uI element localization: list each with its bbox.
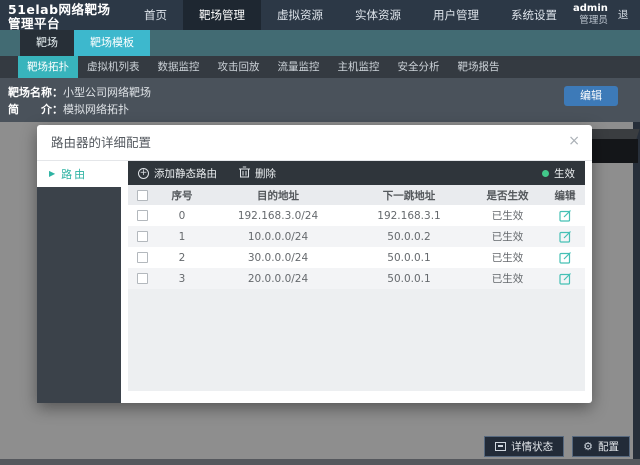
add-static-route-label: 添加静态路由 — [154, 167, 217, 180]
edit-range-button[interactable]: 编辑 — [564, 86, 618, 106]
play-arrow-icon: ▶ — [49, 169, 56, 178]
range-desc-line: 简 介：模拟网络拓扑 — [8, 101, 640, 118]
range-desc-value: 模拟网络拓扑 — [63, 103, 129, 116]
bottom-strip — [0, 459, 640, 465]
subtab-attack-replay[interactable]: 攻击回放 — [209, 56, 269, 78]
trash-icon — [239, 166, 250, 181]
table-empty-area — [128, 289, 585, 391]
subtab-security-analysis[interactable]: 安全分析 — [389, 56, 449, 78]
edit-row-icon[interactable] — [558, 209, 572, 222]
logout-button[interactable]: 退出 — [612, 0, 640, 51]
nav-item-system-settings[interactable]: 系统设置 — [495, 0, 573, 30]
subtab-row: 靶场拓扑 虚拟机列表 数据监控 攻击回放 流量监控 主机监控 安全分析 靶场报告 — [0, 56, 640, 78]
delete-route-label: 删除 — [255, 167, 276, 180]
row-checkbox[interactable] — [136, 231, 148, 242]
sidebar-route-label: 路由 — [61, 168, 88, 181]
subtab-host-monitor[interactable]: 主机监控 — [329, 56, 389, 78]
subtab-topology[interactable]: 靶场拓扑 — [18, 56, 78, 78]
table-row: 0 192.168.3.0/24 192.168.3.1 已生效 — [128, 205, 585, 226]
modal-sidebar: ▶ 路由 — [37, 161, 121, 403]
range-tab-row: 靶场 靶场模板 — [0, 30, 640, 56]
row-dest: 192.168.3.0/24 — [237, 209, 319, 222]
user-info[interactable]: admin 管理员 — [573, 0, 612, 30]
nav-item-home[interactable]: 首页 — [128, 0, 183, 30]
row-next-hop: 50.0.0.1 — [387, 251, 431, 264]
modal-title: 路由器的详细配置 — [51, 135, 152, 150]
header-dest: 目的地址 — [257, 189, 299, 202]
detail-status-button[interactable]: 详情状态 — [484, 436, 565, 457]
header-status: 是否生效 — [486, 189, 529, 202]
tab-range-template[interactable]: 靶场模板 — [74, 30, 150, 56]
modal-header: 路由器的详细配置 × — [37, 125, 592, 161]
subtab-range-report[interactable]: 靶场报告 — [449, 56, 509, 78]
row-checkbox[interactable] — [136, 273, 148, 284]
header-seq: 序号 — [171, 189, 193, 202]
row-dest: 30.0.0.0/24 — [247, 251, 309, 264]
route-table-body: 0 192.168.3.0/24 192.168.3.1 已生效 1 10.0.… — [128, 205, 585, 289]
effect-status-indicator: 生效 — [542, 166, 575, 181]
add-icon: + — [138, 167, 149, 179]
tab-range[interactable]: 靶场 — [20, 30, 74, 56]
configure-button[interactable]: ⚙ 配置 — [572, 436, 630, 457]
subtab-data-monitor[interactable]: 数据监控 — [149, 56, 209, 78]
nav-item-range-management[interactable]: 靶场管理 — [183, 0, 261, 30]
brand-logo: 51elab网络靶场管理平台 51ELAB NCR Platform (v2.0… — [0, 0, 128, 41]
row-checkbox[interactable] — [136, 210, 148, 221]
nav-item-physical-resources[interactable]: 实体资源 — [339, 0, 417, 30]
configure-label: 配置 — [598, 441, 619, 453]
select-all-checkbox[interactable] — [136, 189, 148, 201]
route-toolbar: + 添加静态路由 删除 生效 — [128, 161, 585, 185]
gear-icon: ⚙ — [583, 440, 593, 453]
row-next-hop: 192.168.3.1 — [377, 209, 441, 222]
row-dest: 20.0.0.0/24 — [247, 272, 309, 285]
close-icon[interactable]: × — [568, 134, 580, 148]
table-row: 2 30.0.0.0/24 50.0.0.1 已生效 — [128, 247, 585, 268]
row-status: 已生效 — [491, 273, 524, 285]
main-nav: 首页 靶场管理 虚拟资源 实体资源 用户管理 系统设置 — [128, 0, 573, 30]
table-row: 3 20.0.0.0/24 50.0.0.1 已生效 — [128, 268, 585, 289]
nav-item-user-management[interactable]: 用户管理 — [417, 0, 495, 30]
subtab-vm-list[interactable]: 虚拟机列表 — [78, 56, 149, 78]
top-bar: 51elab网络靶场管理平台 51ELAB NCR Platform (v2.0… — [0, 0, 640, 51]
detail-status-label: 详情状态 — [511, 441, 554, 453]
subtab-traffic-monitor[interactable]: 流量监控 — [269, 56, 329, 78]
header-next-hop: 下一跳地址 — [382, 189, 436, 202]
range-name-line: 靶场名称：小型公司网络靶场 — [8, 84, 640, 101]
range-name-value: 小型公司网络靶场 — [63, 86, 151, 99]
modal-content: + 添加静态路由 删除 生效 序号 目的地址 下一跳地址 是否生效 编辑 0 1… — [128, 161, 585, 391]
row-next-hop: 50.0.0.2 — [387, 230, 431, 243]
effect-status-label: 生效 — [554, 167, 575, 180]
monitor-icon — [495, 442, 507, 451]
user-name: admin — [573, 3, 608, 14]
row-seq: 1 — [178, 230, 186, 243]
router-config-modal: 路由器的详细配置 × ▶ 路由 + 添加静态路由 删除 生效 序号 目的地址 下… — [37, 125, 592, 403]
canvas-footer-buttons: 详情状态 ⚙ 配置 — [484, 436, 630, 457]
header-edit: 编辑 — [554, 189, 576, 202]
edit-row-icon[interactable] — [558, 230, 572, 243]
row-seq: 0 — [178, 209, 186, 222]
delete-route-button[interactable]: 删除 — [239, 166, 276, 181]
range-info-bar: 靶场名称：小型公司网络靶场 简 介：模拟网络拓扑 编辑 — [0, 78, 640, 122]
table-row: 1 10.0.0.0/24 50.0.0.2 已生效 — [128, 226, 585, 247]
add-static-route-button[interactable]: + 添加静态路由 — [138, 166, 217, 181]
row-dest: 10.0.0.0/24 — [247, 230, 309, 243]
range-desc-label: 简 介： — [8, 103, 63, 116]
row-next-hop: 50.0.0.1 — [387, 272, 431, 285]
brand-title: 51elab网络靶场管理平台 — [8, 2, 111, 31]
sidebar-item-route[interactable]: ▶ 路由 — [37, 161, 121, 187]
row-checkbox[interactable] — [136, 252, 148, 263]
edit-row-icon[interactable] — [558, 251, 572, 264]
nav-item-virtual-resources[interactable]: 虚拟资源 — [261, 0, 339, 30]
user-role: 管理员 — [579, 15, 608, 26]
right-dark-strip — [633, 122, 640, 465]
range-name-label: 靶场名称： — [8, 86, 63, 99]
row-seq: 2 — [178, 251, 186, 264]
route-table-header: 序号 目的地址 下一跳地址 是否生效 编辑 — [128, 185, 585, 205]
row-status: 已生效 — [491, 231, 524, 243]
row-status: 已生效 — [491, 210, 524, 222]
green-status-dot-icon — [542, 169, 549, 177]
row-status: 已生效 — [491, 252, 524, 264]
edit-row-icon[interactable] — [558, 272, 572, 285]
row-seq: 3 — [178, 272, 186, 285]
